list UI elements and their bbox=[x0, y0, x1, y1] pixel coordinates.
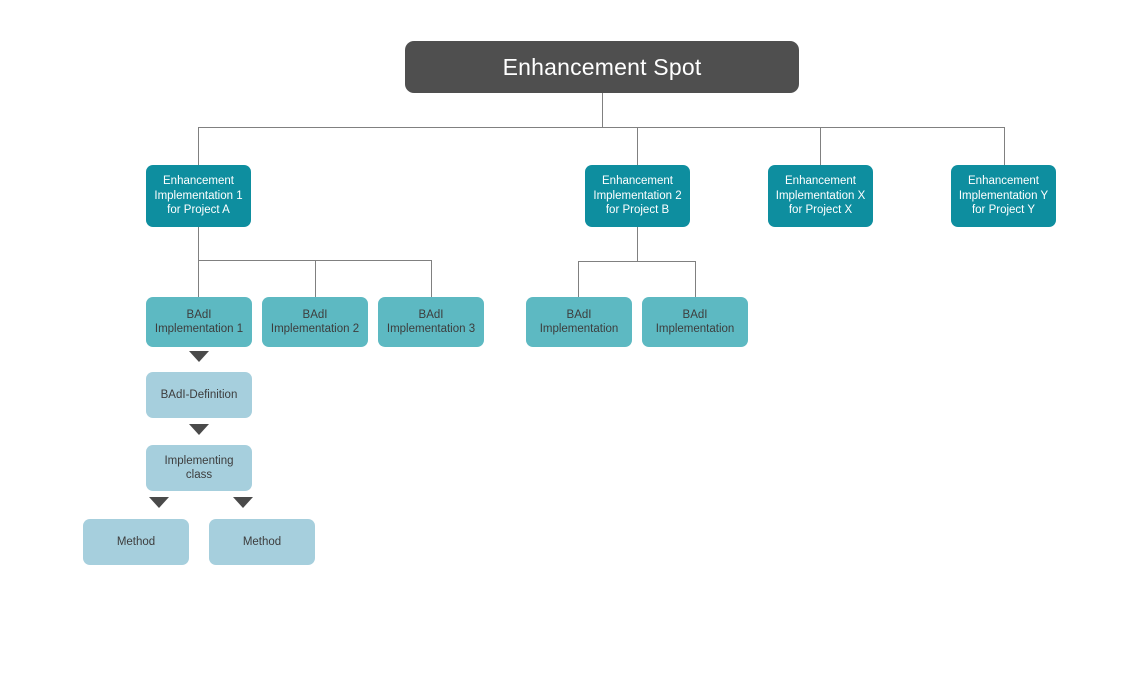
node-method-1[interactable]: Method bbox=[83, 519, 189, 565]
connector-badi-a-drop-3 bbox=[431, 260, 432, 297]
node-enhancement-implementation-2[interactable]: Enhancement Implementation 2 for Project… bbox=[585, 165, 690, 227]
arrow-down-icon-method-2 bbox=[233, 497, 253, 508]
connector-ei2-stem bbox=[637, 227, 638, 261]
arrow-down-icon-method-1 bbox=[149, 497, 169, 508]
connector-level1-drop-1 bbox=[198, 127, 199, 165]
diagram-canvas: Enhancement Spot Enhancement Implementat… bbox=[0, 0, 1140, 683]
connector-level1-drop-4 bbox=[1004, 127, 1005, 165]
node-enhancement-implementation-x[interactable]: Enhancement Implementation X for Project… bbox=[768, 165, 873, 227]
node-enhancement-spot[interactable]: Enhancement Spot bbox=[405, 41, 799, 93]
node-badi-implementation-2[interactable]: BAdI Implementation 2 bbox=[262, 297, 368, 347]
connector-badi-b-drop-2 bbox=[695, 261, 696, 297]
node-badi-implementation-1[interactable]: BAdI Implementation 1 bbox=[146, 297, 252, 347]
connector-level1-drop-2 bbox=[637, 127, 638, 165]
connector-level1-bus bbox=[198, 127, 1005, 128]
node-method-2[interactable]: Method bbox=[209, 519, 315, 565]
connector-ei1-stem bbox=[198, 227, 199, 260]
arrow-down-icon-badi-definition bbox=[189, 351, 209, 362]
connector-badi-a-drop-1 bbox=[198, 260, 199, 297]
connector-root-stem bbox=[602, 93, 603, 127]
node-badi-implementation-b-2[interactable]: BAdI Implementation bbox=[642, 297, 748, 347]
node-badi-definition[interactable]: BAdI-Definition bbox=[146, 372, 252, 418]
node-badi-implementation-b-1[interactable]: BAdI Implementation bbox=[526, 297, 632, 347]
arrow-down-icon-implementing-class bbox=[189, 424, 209, 435]
connector-level1-drop-3 bbox=[820, 127, 821, 165]
node-badi-implementation-3[interactable]: BAdI Implementation 3 bbox=[378, 297, 484, 347]
node-implementing-class[interactable]: Implementing class bbox=[146, 445, 252, 491]
connector-badi-a-drop-2 bbox=[315, 260, 316, 297]
connector-badi-b-bus bbox=[578, 261, 696, 262]
node-enhancement-implementation-1[interactable]: Enhancement Implementation 1 for Project… bbox=[146, 165, 251, 227]
connector-badi-b-drop-1 bbox=[578, 261, 579, 297]
node-enhancement-implementation-y[interactable]: Enhancement Implementation Y for Project… bbox=[951, 165, 1056, 227]
